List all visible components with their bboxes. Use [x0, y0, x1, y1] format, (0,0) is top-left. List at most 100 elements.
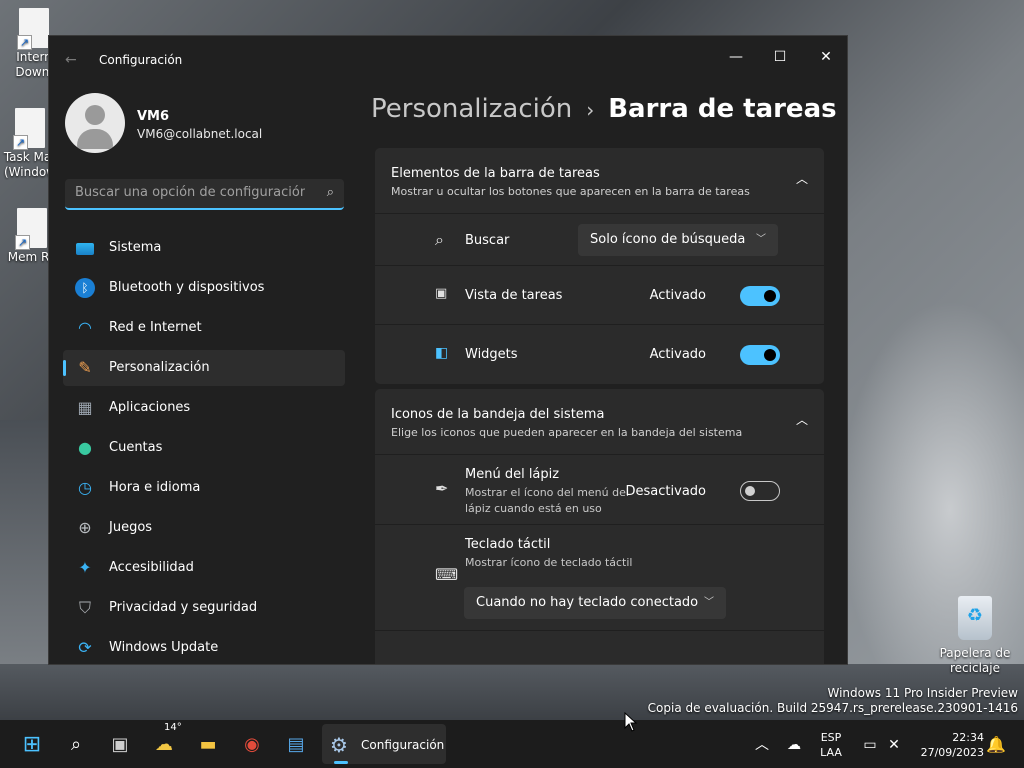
user-name: VM6	[137, 109, 170, 124]
dropdown-value: Solo ícono de búsqueda	[590, 232, 746, 247]
setting-description: Mostrar el ícono del menú del lápiz cuan…	[465, 485, 629, 517]
globe-clock-icon: ◷	[78, 478, 92, 497]
sidebar-item-label: Hora e idioma	[109, 480, 201, 495]
pen-menu-toggle[interactable]	[740, 481, 780, 501]
network-icon[interactable]: ☁	[776, 728, 812, 762]
recycle-bin-icon: ♻	[958, 596, 992, 640]
apps-icon: ▦	[77, 398, 93, 417]
clock-date: 27/09/2023	[920, 746, 984, 759]
back-arrow-icon[interactable]: ←	[65, 52, 77, 68]
taskbar-items-card: Elementos de la barra de tareas Mostrar …	[375, 148, 824, 384]
setting-label: Vista de tareas	[465, 288, 563, 303]
settings-search[interactable]: ⌕	[65, 179, 344, 210]
sidebar-item-bluetooth[interactable]: ᛒ Bluetooth y dispositivos	[63, 270, 345, 306]
search-icon[interactable]: ⌕	[58, 728, 94, 762]
sidebar-item-hora[interactable]: ◷ Hora e idioma	[63, 470, 345, 506]
section-title: Elementos de la barra de tareas	[391, 166, 600, 181]
setting-label: Menú del lápiz	[465, 467, 560, 482]
breadcrumb: Personalización › Barra de tareas	[371, 94, 837, 124]
description-line: lápiz cuando está en uso	[465, 502, 602, 515]
search-setting-row: ⌕ Buscar Solo ícono de búsqueda ﹀	[375, 214, 824, 266]
chevron-up-icon[interactable]: ︿	[796, 170, 808, 187]
chevron-down-icon: ﹀	[756, 234, 766, 245]
start-icon[interactable]: ⊞	[14, 728, 50, 762]
sidebar-item-label: Cuentas	[109, 440, 163, 455]
sidebar-item-red[interactable]: ◠ Red e Internet	[63, 310, 345, 346]
close-button[interactable]: ✕	[803, 42, 847, 72]
shield-icon: ⛉	[78, 598, 91, 617]
language-indicator[interactable]: ESP LAA	[816, 730, 846, 760]
sidebar-item-privacidad[interactable]: ⛉ Privacidad y seguridad	[63, 590, 345, 626]
sidebar-item-aplicaciones[interactable]: ▦ Aplicaciones	[63, 390, 345, 426]
tray-icons-header[interactable]: Iconos de la bandeja del sistema Elige l…	[375, 389, 824, 455]
task-view-icon[interactable]: ▣	[102, 728, 138, 762]
chevron-up-icon[interactable]: ︿	[744, 728, 780, 762]
accessibility-icon: ✦	[78, 558, 92, 577]
chevron-up-icon[interactable]: ︿	[796, 411, 808, 428]
watermark-line: Copia de evaluación. Build 25947.rs_prer…	[647, 701, 1018, 715]
notification-bell-icon[interactable]: 🔔	[978, 728, 1014, 762]
gear-icon: ⚙	[330, 733, 348, 757]
language-code: ESP	[820, 731, 842, 744]
shortcut-file-icon	[15, 208, 47, 250]
shortcut-file-icon	[13, 108, 45, 150]
store-icon[interactable]: ▤	[278, 728, 314, 762]
touch-keyboard-dropdown[interactable]: Cuando no hay teclado conectado ﹀	[464, 587, 726, 619]
minimize-button[interactable]: —	[713, 42, 759, 72]
widgets-setting-row: ◧ Widgets Activado	[375, 325, 824, 384]
sidebar-item-windows-update[interactable]: ⟳ Windows Update	[63, 630, 345, 664]
recycle-bin-label: Papelera de	[939, 646, 1011, 660]
system-clock[interactable]: 22:34 27/09/2023	[912, 730, 984, 760]
search-icon[interactable]: ⌕	[327, 185, 334, 200]
search-input[interactable]	[75, 185, 305, 200]
sidebar-nav: Sistema ᛒ Bluetooth y dispositivos ◠ Red…	[63, 230, 345, 664]
widgets-toggle[interactable]	[740, 345, 780, 365]
toggle-state: Activado	[649, 288, 706, 303]
taskbar-app-label: Configuración	[361, 738, 445, 752]
avatar[interactable]	[65, 93, 125, 153]
search-icon: ⌕	[435, 230, 444, 249]
chevron-down-icon: ﹀	[704, 597, 714, 608]
widgets-icon: ◧	[435, 345, 449, 361]
section-subtitle: Mostrar u ocultar los botones que aparec…	[391, 185, 750, 198]
sidebar-item-label: Sistema	[109, 240, 162, 255]
task-view-icon: ▣	[435, 286, 448, 301]
title-bar[interactable]: ← Configuración — ☐ ✕	[49, 36, 847, 84]
person-icon: ●	[78, 438, 92, 457]
section-title: Iconos de la bandeja del sistema	[391, 407, 605, 422]
setting-description: Mostrar ícono de teclado táctil	[465, 556, 633, 569]
setting-label: Buscar	[465, 233, 510, 248]
task-view-toggle[interactable]	[740, 286, 780, 306]
breadcrumb-parent[interactable]: Personalización	[371, 94, 572, 124]
evaluation-watermark: Windows 11 Pro Insider Preview Copia de …	[648, 686, 1018, 716]
sidebar-item-cuentas[interactable]: ● Cuentas	[63, 430, 345, 466]
taskbar-app-settings[interactable]: ⚙ Configuración	[322, 724, 446, 764]
pen-icon: ✒	[435, 479, 449, 498]
dropdown-value: Cuando no hay teclado conectado	[476, 595, 699, 610]
watermark-line: Windows 11 Pro Insider Preview	[827, 686, 1018, 700]
sidebar-item-sistema[interactable]: Sistema	[63, 230, 345, 266]
settings-window: ← Configuración — ☐ ✕ VM6 VM6@collabnet.…	[48, 35, 848, 665]
sidebar-item-personalizacion[interactable]: ✎ Personalización	[63, 350, 345, 386]
taskbar-items-header[interactable]: Elementos de la barra de tareas Mostrar …	[375, 148, 824, 214]
chrome-icon[interactable]: ◉	[234, 728, 270, 762]
sidebar-item-label: Juegos	[109, 520, 153, 535]
maximize-button[interactable]: ☐	[757, 42, 803, 72]
taskbar: ⊞ ⌕ ▣ ☁ 14° ▬ ◉ ▤ ⚙ Configuración ︿ ☁ ES…	[0, 720, 1024, 768]
sidebar-item-juegos[interactable]: ⊕ Juegos	[63, 510, 345, 546]
recycle-bin[interactable]: ♻ Papelera de reciclaje	[936, 596, 1014, 676]
file-explorer-icon[interactable]: ▬	[190, 728, 226, 762]
recycle-bin-label: reciclaje	[950, 661, 1000, 675]
sidebar-item-label: Personalización	[109, 360, 210, 375]
search-mode-dropdown[interactable]: Solo ícono de búsqueda ﹀	[578, 224, 778, 256]
user-email: VM6@collabnet.local	[137, 127, 263, 141]
toggle-state: Activado	[649, 347, 706, 362]
sidebar-item-accesibilidad[interactable]: ✦ Accesibilidad	[63, 550, 345, 586]
volume-muted-icon[interactable]: ✕	[876, 728, 912, 762]
mouse-cursor-icon	[624, 712, 638, 732]
description-line: Mostrar el ícono del menú del	[465, 486, 629, 499]
toggle-state: Desactivado	[625, 484, 706, 499]
sidebar-item-label: Accesibilidad	[109, 560, 194, 575]
settings-content: Elementos de la barra de tareas Mostrar …	[375, 148, 824, 664]
weather-icon[interactable]: ☁	[146, 728, 182, 762]
